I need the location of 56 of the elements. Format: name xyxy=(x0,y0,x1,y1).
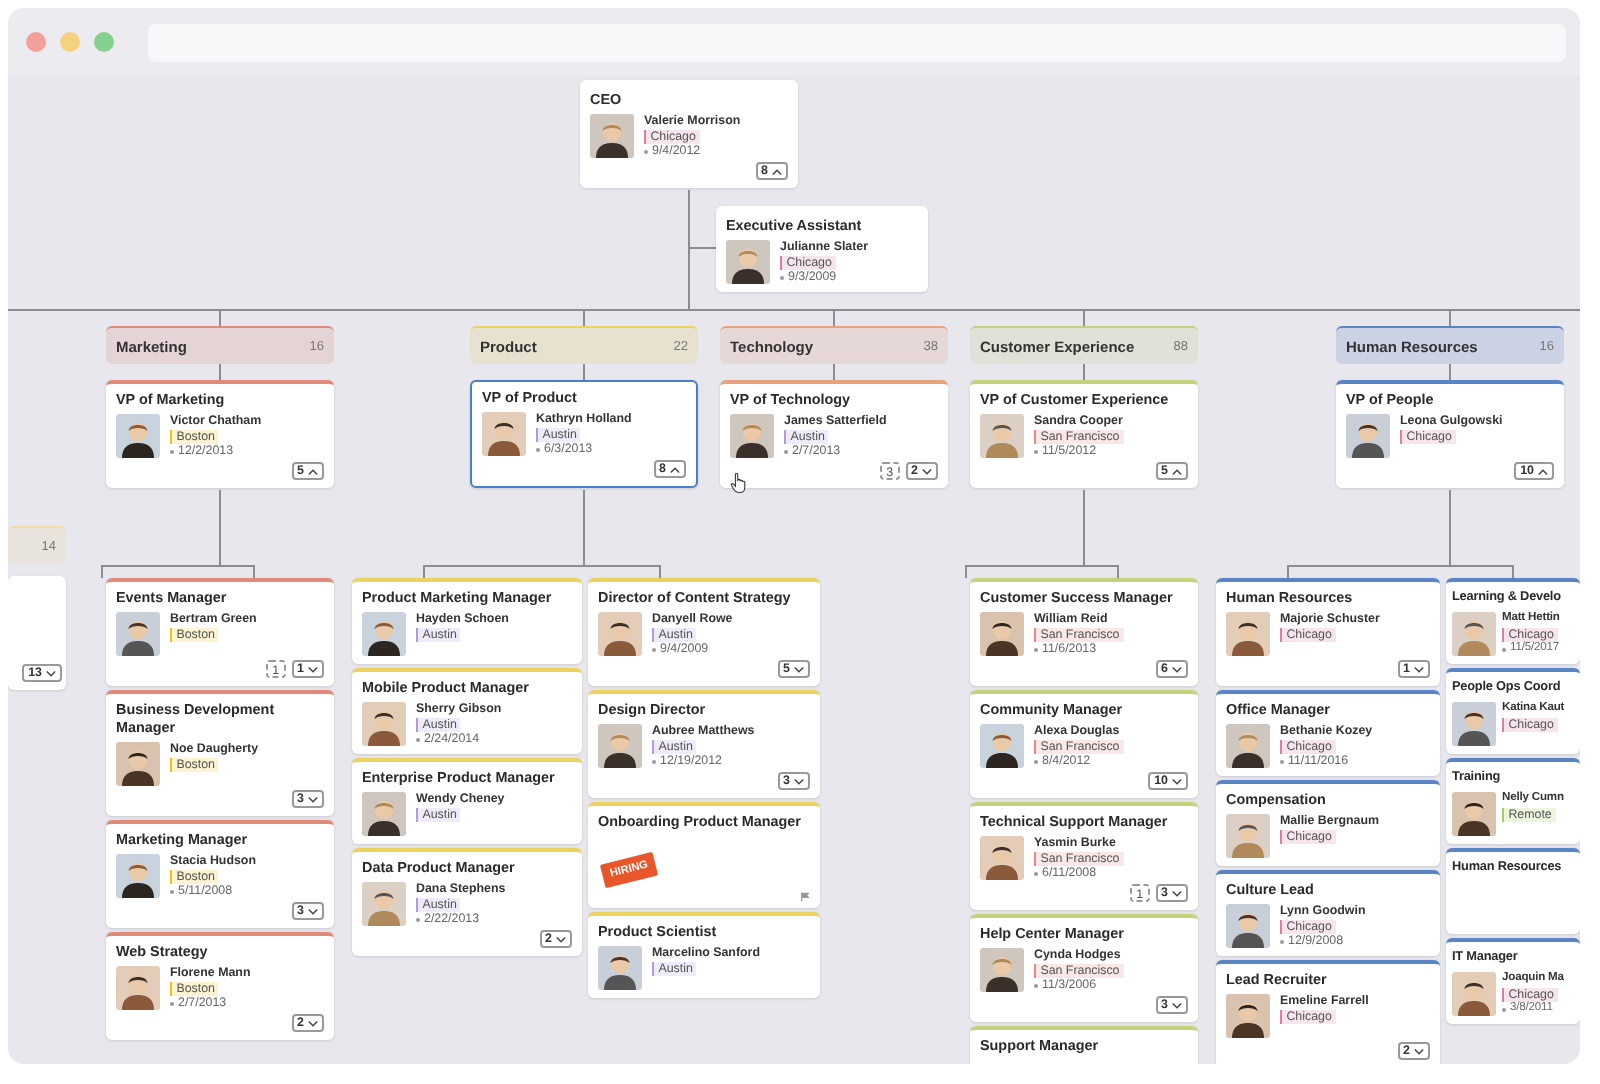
caret-icon xyxy=(794,777,804,785)
caret-icon xyxy=(308,1019,318,1027)
avatar-icon xyxy=(362,612,406,656)
avatar-icon xyxy=(116,414,160,458)
minimize-window-button[interactable] xyxy=(60,32,80,52)
avatar-icon xyxy=(116,742,160,786)
caret-icon xyxy=(1172,1001,1182,1009)
avatar-icon xyxy=(980,948,1024,992)
avatar-icon xyxy=(1226,904,1270,948)
avatar-icon xyxy=(598,612,642,656)
avatar-icon xyxy=(116,854,160,898)
avatar-icon xyxy=(980,836,1024,880)
caret-icon xyxy=(1172,777,1182,785)
caret-icon xyxy=(922,467,932,475)
caret-icon xyxy=(670,465,680,473)
caret-icon xyxy=(308,665,318,673)
avatar-icon xyxy=(362,702,406,746)
avatar-icon xyxy=(598,946,642,990)
caret-icon xyxy=(1172,889,1182,897)
avatar-icon xyxy=(730,414,774,458)
avatar-icon xyxy=(1226,814,1270,858)
flag-icon[interactable] xyxy=(800,892,810,902)
caret-icon xyxy=(308,907,318,915)
caret-icon xyxy=(1538,467,1548,475)
avatar-icon xyxy=(362,792,406,836)
avatar-icon xyxy=(980,414,1024,458)
caret-icon xyxy=(308,467,318,475)
avatar-icon xyxy=(1346,414,1390,458)
avatar-icon xyxy=(116,966,160,1010)
caret-icon xyxy=(1414,1047,1424,1055)
caret-icon xyxy=(1172,665,1182,673)
caret-icon xyxy=(772,167,782,175)
caret-icon xyxy=(46,669,56,677)
caret-icon xyxy=(1172,467,1182,475)
avatar-icon xyxy=(362,882,406,926)
maximize-window-button[interactable] xyxy=(94,32,114,52)
close-window-button[interactable] xyxy=(26,32,46,52)
avatar-icon xyxy=(1226,724,1270,768)
avatar-icon xyxy=(116,612,160,656)
caret-icon xyxy=(556,935,566,943)
avatar-icon xyxy=(1226,612,1270,656)
avatar-icon xyxy=(1226,994,1270,1038)
caret-icon xyxy=(1414,665,1424,673)
avatar-icon xyxy=(980,724,1024,768)
avatar-icon xyxy=(726,240,770,284)
caret-icon xyxy=(794,665,804,673)
avatar-icon xyxy=(1452,612,1496,656)
avatar-icon xyxy=(980,612,1024,656)
avatar-icon xyxy=(482,412,526,456)
caret-icon xyxy=(308,795,318,803)
avatar-icon xyxy=(1452,702,1496,746)
avatar-icon xyxy=(1452,972,1496,1016)
avatar-icon xyxy=(1452,792,1496,836)
avatar-icon xyxy=(598,724,642,768)
avatar-icon xyxy=(590,114,634,158)
pointer-icon xyxy=(730,472,748,494)
